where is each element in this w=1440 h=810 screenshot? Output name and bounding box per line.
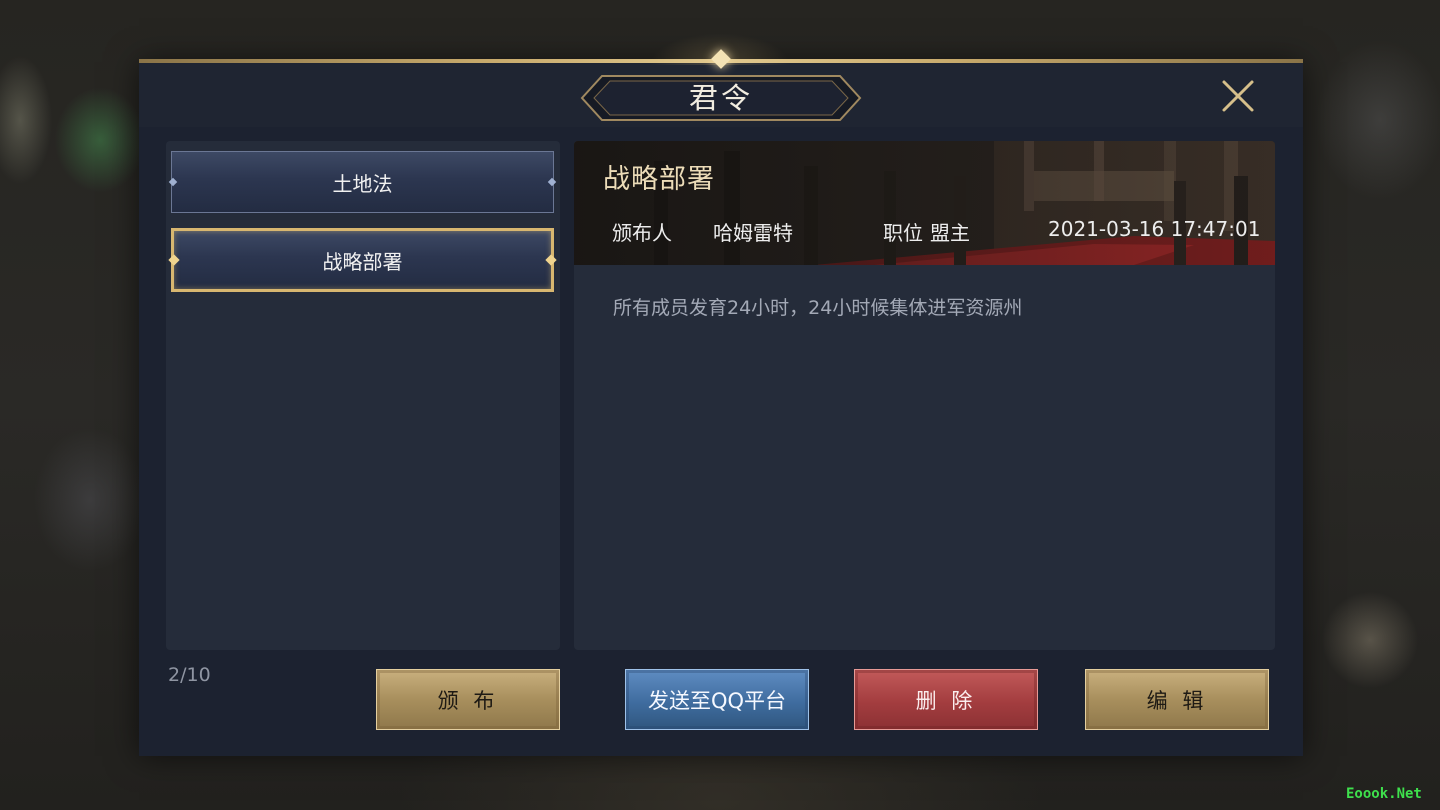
title-plaque: 君令 (580, 74, 862, 122)
send-qq-button[interactable]: 发送至QQ平台 (625, 669, 809, 730)
close-button[interactable] (1218, 76, 1258, 116)
site-watermark: Eoook.Net (1346, 786, 1422, 802)
law-item-strategy[interactable]: 战略部署 (168, 228, 557, 292)
law-list (166, 141, 560, 650)
publisher-label: 颁布人 (612, 221, 672, 245)
publisher-name: 哈姆雷特 (713, 221, 793, 245)
publish-timestamp: 2021-03-16 17:47:01 (1048, 217, 1261, 241)
law-item-land-law[interactable]: 土地法 (168, 151, 557, 213)
close-icon (1222, 80, 1254, 112)
left-tip-icon (168, 254, 180, 266)
window-title: 君令 (688, 81, 753, 115)
decree-banner: 战略部署 颁布人 哈姆雷特 职位 盟主 2021-03-16 17:47:01 (574, 141, 1275, 265)
left-tip-icon (168, 177, 178, 187)
game-screen: 君令 土地法 战略部署 战略部署 颁布人 哈姆雷特 职位 盟主 2021-03-… (0, 0, 1440, 810)
law-item-label: 战略部署 (322, 249, 403, 274)
decree-count: 2/10 (168, 664, 211, 686)
position-value: 盟主 (930, 221, 970, 245)
decree-body: 所有成员发育24小时，24小时候集体进军资源州 (613, 297, 1023, 319)
decree-detail: 战略部署 颁布人 哈姆雷特 职位 盟主 2021-03-16 17:47:01 … (574, 141, 1275, 650)
law-item-label: 土地法 (332, 171, 393, 196)
publish-button[interactable]: 颁 布 (376, 669, 560, 730)
position-label: 职位 (883, 221, 923, 245)
delete-button[interactable]: 删 除 (854, 669, 1038, 730)
edit-button[interactable]: 编 辑 (1085, 669, 1269, 730)
decree-title: 战略部署 (603, 164, 715, 195)
